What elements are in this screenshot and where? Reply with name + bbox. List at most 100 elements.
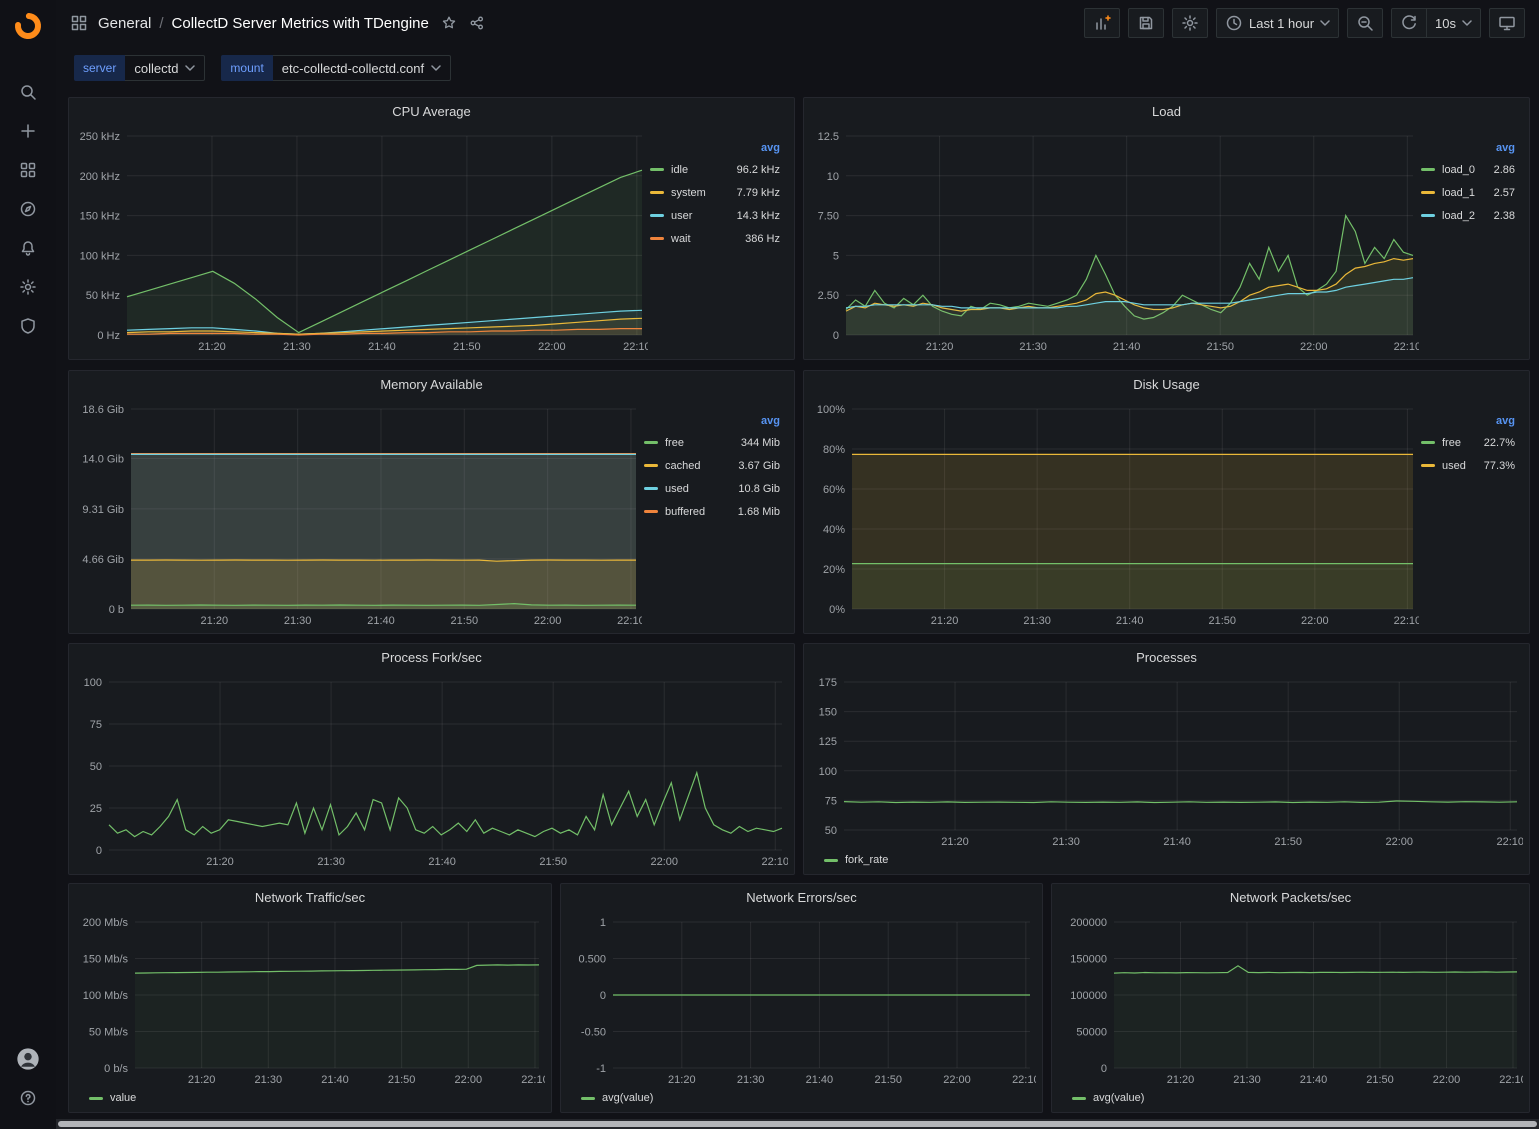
svg-text:0 b: 0 b: [109, 604, 124, 616]
svg-text:-0.50: -0.50: [581, 1027, 606, 1039]
legend-entry-used[interactable]: used77.3%: [1421, 454, 1515, 477]
panel-title[interactable]: Process Fork/sec: [69, 644, 794, 672]
legend-entry-user[interactable]: user14.3 kHz: [650, 204, 780, 227]
svg-text:0: 0: [600, 990, 606, 1002]
legend-avg-header[interactable]: avg: [1421, 411, 1515, 431]
grafana-logo[interactable]: [11, 8, 45, 42]
series-name: user: [671, 210, 692, 222]
network-packets-chart[interactable]: 05000010000015000020000021:2021:3021:402…: [1058, 912, 1523, 1088]
explore-compass-icon[interactable]: [8, 189, 48, 228]
svg-text:21:30: 21:30: [1019, 341, 1047, 353]
legend-entry-load_2[interactable]: load_2 2.38: [1421, 204, 1515, 227]
legend-entry-fork_rate[interactable]: fork_rate: [824, 854, 888, 866]
panel-network-errors: Network Errors/sec -1-0.5000.500121:2021…: [560, 883, 1043, 1113]
series-name: load_2: [1442, 210, 1475, 222]
time-range-picker[interactable]: Last 1 hour: [1216, 8, 1339, 38]
dashboards-grid-icon[interactable]: [8, 150, 48, 189]
help-icon[interactable]: [8, 1078, 48, 1117]
panel-title[interactable]: CPU Average: [69, 98, 794, 126]
series-avg-value: 22.7%: [1484, 437, 1515, 449]
legend-entry-avg(value)[interactable]: avg(value): [581, 1092, 653, 1104]
search-icon[interactable]: [8, 72, 48, 111]
dashboard-title[interactable]: CollectD Server Metrics with TDengine: [172, 15, 429, 32]
series-color-swatch: [1421, 191, 1435, 194]
svg-text:125: 125: [819, 736, 837, 748]
svg-text:100 Mb/s: 100 Mb/s: [83, 990, 129, 1002]
legend-avg-header[interactable]: avg: [650, 138, 780, 158]
network-traffic-chart[interactable]: 0 b/s50 Mb/s100 Mb/s150 Mb/s200 Mb/s21:2…: [75, 912, 545, 1088]
network-errors-chart[interactable]: -1-0.5000.500121:2021:3021:4021:5022:002…: [567, 912, 1036, 1088]
legend-entry-wait[interactable]: wait386 Hz: [650, 227, 780, 250]
svg-text:21:20: 21:20: [1167, 1074, 1195, 1086]
disk-usage-chart[interactable]: 0%20%40%60%80%100%21:2021:3021:4021:5022…: [810, 399, 1419, 629]
add-panel-button[interactable]: [1084, 8, 1120, 38]
save-dashboard-button[interactable]: [1128, 8, 1164, 38]
panel-title[interactable]: Network Packets/sec: [1052, 884, 1529, 912]
alerting-bell-icon[interactable]: [8, 228, 48, 267]
top-navigation-bar: General / CollectD Server Metrics with T…: [56, 0, 1539, 46]
panel-title[interactable]: Memory Available: [69, 371, 794, 399]
svg-text:22:00: 22:00: [534, 615, 562, 627]
server-admin-shield-icon[interactable]: [8, 306, 48, 345]
panel-title[interactable]: Processes: [804, 644, 1529, 672]
svg-text:20%: 20%: [823, 564, 845, 576]
legend-entry-load_0[interactable]: load_02.86: [1421, 158, 1515, 181]
user-avatar[interactable]: [8, 1039, 48, 1078]
chevron-down-icon: [185, 65, 195, 71]
load-chart[interactable]: 02.5057.501012.521:2021:3021:4021:5022:0…: [810, 126, 1419, 355]
series-name: wait: [671, 233, 691, 245]
legend-entry-load_1[interactable]: load_12.57: [1421, 181, 1515, 204]
svg-text:22:00: 22:00: [538, 341, 566, 353]
panel-title[interactable]: Disk Usage: [804, 371, 1529, 399]
series-color-swatch: [1421, 168, 1435, 171]
zoom-out-time-button[interactable]: [1347, 8, 1383, 38]
svg-text:10: 10: [827, 171, 839, 183]
svg-text:21:20: 21:20: [201, 615, 229, 627]
memory-available-chart[interactable]: 0 b4.66 Gib9.31 Gib14.0 Gib18.6 Gib21:20…: [75, 399, 642, 629]
legend-avg-header[interactable]: avg: [1421, 138, 1515, 158]
breadcrumb-folder[interactable]: General: [98, 15, 151, 32]
legend-entry-cached[interactable]: cached3.67 Gib: [644, 454, 780, 477]
svg-text:21:30: 21:30: [255, 1074, 283, 1086]
legend-entry-value[interactable]: value: [89, 1092, 136, 1104]
variable-server-label: server: [74, 55, 125, 81]
star-dashboard-button[interactable]: [441, 15, 457, 31]
panel-title[interactable]: Network Errors/sec: [561, 884, 1042, 912]
series-avg-value: 2.38: [1494, 210, 1515, 222]
series-name: buffered: [665, 506, 705, 518]
refresh-interval-label: 10s: [1435, 16, 1456, 31]
svg-text:75: 75: [90, 719, 102, 731]
series-color-swatch: [644, 441, 658, 444]
scrollbar-thumb[interactable]: [58, 1121, 1537, 1127]
series-color-swatch: [1421, 441, 1435, 444]
variable-mount-value[interactable]: etc-collectd-collectd.conf: [273, 55, 451, 81]
configuration-gear-icon[interactable]: [8, 267, 48, 306]
legend-entry-free[interactable]: free22.7%: [1421, 431, 1515, 454]
legend-entry-system[interactable]: system7.79 kHz: [650, 181, 780, 204]
svg-text:22:10: 22:10: [1394, 341, 1419, 353]
legend-avg-header[interactable]: avg: [644, 411, 780, 431]
share-dashboard-button[interactable]: [469, 15, 485, 31]
legend-entry-idle[interactable]: idle96.2 kHz: [650, 158, 780, 181]
series-name: used: [1442, 460, 1466, 472]
legend-entry-free[interactable]: free344 Mib: [644, 431, 780, 454]
legend-entry-used[interactable]: used10.8 Gib: [644, 477, 780, 500]
panel-title[interactable]: Network Traffic/sec: [69, 884, 551, 912]
processes-chart[interactable]: 507510012515017521:2021:3021:4021:5022:0…: [810, 672, 1523, 850]
create-plus-icon[interactable]: [8, 111, 48, 150]
cpu-average-chart[interactable]: 0 Hz50 kHz100 kHz150 kHz200 kHz250 kHz21…: [75, 126, 648, 355]
variable-server-value[interactable]: collectd: [125, 55, 205, 81]
process-fork-chart[interactable]: 025507510021:2021:3021:4021:5022:0022:10: [75, 672, 788, 870]
svg-text:200000: 200000: [1070, 917, 1107, 929]
horizontal-scrollbar[interactable]: [56, 1119, 1539, 1129]
legend-entry-avg(value)[interactable]: avg(value): [1072, 1092, 1144, 1104]
cycle-view-button[interactable]: [1489, 8, 1525, 38]
series-name: system: [671, 187, 706, 199]
series-name: used: [665, 483, 689, 495]
refresh-button[interactable]: [1391, 8, 1427, 38]
legend-entry-buffered[interactable]: buffered1.68 Mib: [644, 500, 780, 523]
memory-available-legend: avgfree344 Mibcached3.67 Gibused10.8 Gib…: [642, 399, 788, 629]
panel-title[interactable]: Load: [804, 98, 1529, 126]
dashboard-settings-button[interactable]: [1172, 8, 1208, 38]
refresh-interval-picker[interactable]: 10s: [1426, 8, 1481, 38]
